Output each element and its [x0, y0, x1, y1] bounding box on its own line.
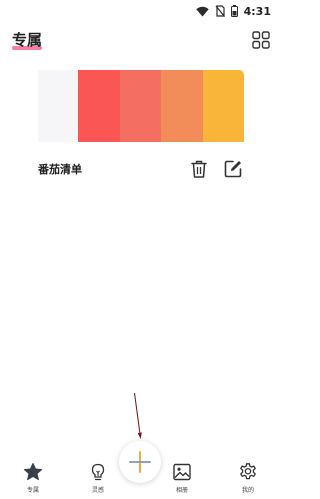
gear-icon: [240, 463, 256, 480]
nav-label: 相册: [175, 487, 188, 494]
battery-icon: [230, 5, 238, 17]
nav-item-exclusive[interactable]: 专属: [13, 458, 53, 499]
app-header: 专属: [0, 22, 281, 58]
nav-label: 专属: [26, 487, 39, 494]
theme-card[interactable]: [38, 70, 244, 142]
status-bar: 4:31: [0, 0, 281, 22]
image-icon: [173, 463, 191, 481]
grid-icon: [252, 31, 270, 49]
app-screen: 4:31 专属 番茄清单 专属 灵感 相册 我的: [0, 0, 281, 499]
nav-item-album[interactable]: 相册: [162, 458, 202, 499]
nav-item-me[interactable]: 我的: [228, 458, 268, 499]
star-icon: [23, 463, 43, 481]
no-sim-icon: [215, 5, 225, 17]
list-item[interactable]: 番茄清单: [0, 152, 281, 186]
list-item-title: 番茄清单: [38, 163, 82, 176]
color-swatch-strip: [78, 70, 244, 142]
color-swatch: [202, 70, 244, 142]
grid-menu-button[interactable]: [250, 29, 272, 51]
nav-label: 灵感: [91, 487, 104, 494]
color-swatch: [161, 70, 203, 142]
color-swatch: [119, 70, 161, 142]
trash-icon: [191, 160, 207, 178]
page-title: 专属: [12, 31, 43, 49]
color-swatch: [78, 70, 120, 142]
lightbulb-icon: [91, 463, 105, 481]
bottom-nav: 专属 灵感 相册 我的: [0, 458, 281, 499]
delete-button[interactable]: [188, 158, 210, 180]
edit-button[interactable]: [222, 158, 244, 180]
edit-icon: [224, 160, 242, 178]
status-time: 4:31: [243, 4, 271, 18]
nav-item-inspiration[interactable]: 灵感: [78, 458, 118, 499]
nav-label: 我的: [241, 487, 254, 494]
wifi-icon: [195, 6, 209, 17]
